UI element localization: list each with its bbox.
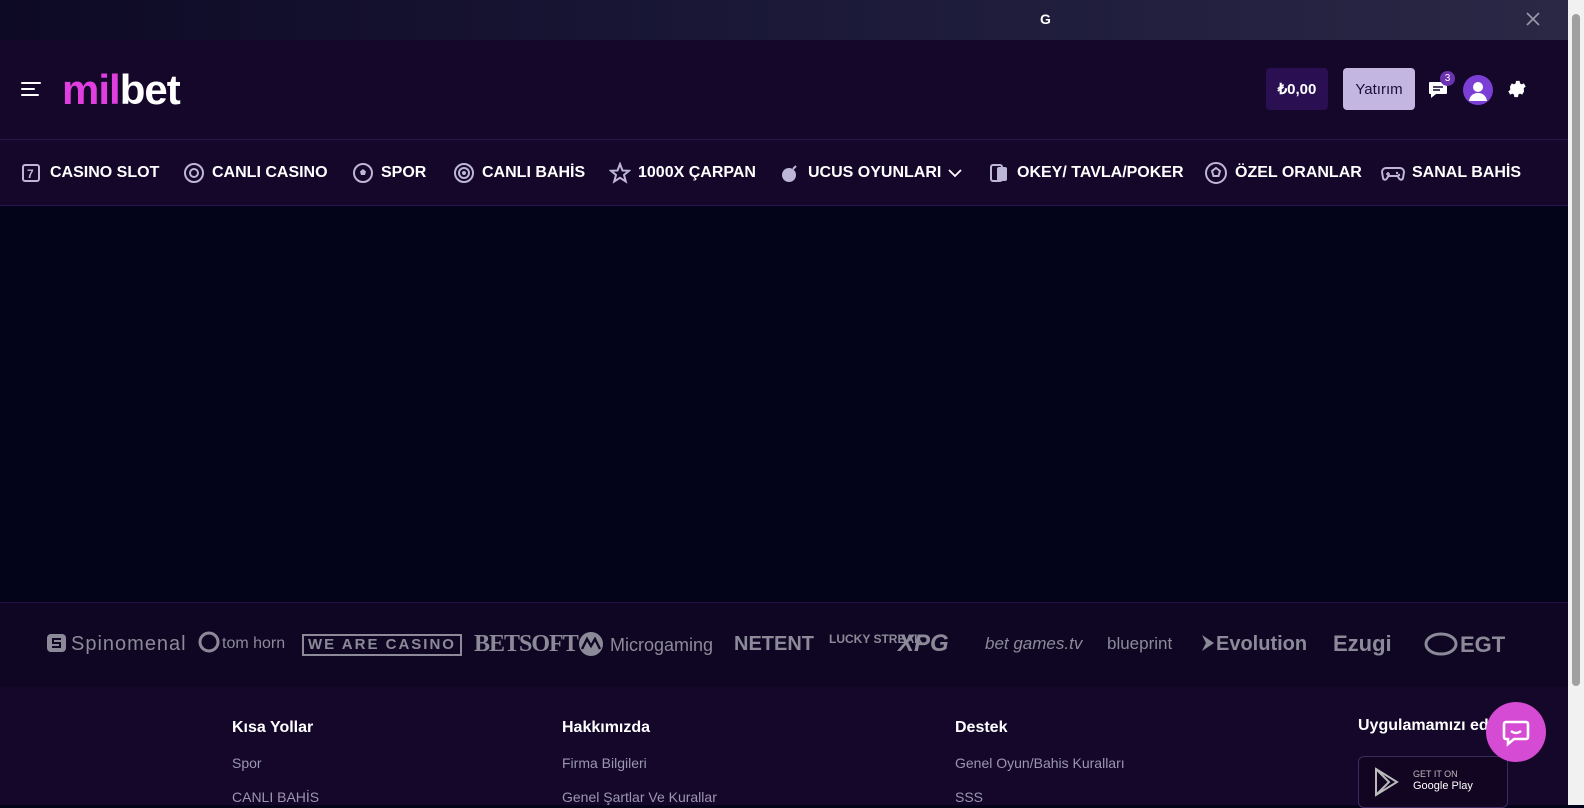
nav-label: UCUS OYUNLARI — [808, 163, 942, 181]
footer-col-about: Hakkımızda Firma Bilgileri Genel Şartlar… — [562, 719, 717, 805]
provider-name: EGT — [1460, 632, 1506, 657]
hamburger-menu-icon[interactable] — [21, 82, 41, 98]
footer-col-shortcuts: Kısa Yollar Spor CANLI BAHİS — [232, 719, 319, 805]
footer-col-title: Uygulamamızı edi — [1358, 717, 1494, 734]
nav-spor[interactable]: SPOR — [352, 140, 426, 205]
provider-logo-egt[interactable]: EGT — [1424, 631, 1505, 658]
provider-logo-blueprint[interactable]: blueprint — [1107, 631, 1172, 657]
footer-col-support: Destek Genel Oyun/Bahis Kuralları SSS — [955, 719, 1125, 805]
provider-logo-netent[interactable]: NETENT — [734, 631, 814, 657]
deposit-button[interactable]: Yatırım — [1343, 68, 1415, 110]
live-broadcast-icon — [454, 162, 474, 183]
avatar[interactable] — [1463, 75, 1493, 105]
star-icon — [609, 161, 631, 184]
playing-cards-icon — [990, 163, 1007, 182]
slot-machine-icon: 7 — [22, 163, 40, 182]
provider-name: Evolution — [1216, 633, 1308, 655]
provider-logo-ezugi[interactable]: Ezugi — [1333, 631, 1392, 657]
provider-logo-luckystreak[interactable]: LUCKY STREAK — [829, 633, 923, 646]
header: milbet ₺0,00 Yatırım 3 — [0, 40, 1568, 140]
chevron-down-icon[interactable] — [947, 165, 963, 181]
main-nav: 7 CASINO SLOT CANLI CASINO SPOR CANLI BA… — [0, 140, 1568, 206]
nav-label: SPOR — [381, 163, 427, 181]
footer-col-title: Hakkımızda — [562, 719, 651, 736]
nav-label: OKEY/ TAVLA/POKER — [1017, 163, 1184, 181]
nav-label: CANLI CASINO — [212, 163, 328, 181]
soccer-ball-icon — [1205, 161, 1227, 184]
provider-logo-microgaming[interactable]: Microgaming — [576, 631, 713, 658]
live-chat-button[interactable] — [1486, 702, 1546, 762]
provider-logo-spinomenal[interactable]: Spinomenal — [46, 631, 187, 657]
tomhorn-icon — [198, 631, 220, 653]
chat-bubble-icon — [1502, 720, 1530, 747]
logo-part-2: bet — [119, 66, 181, 113]
footer-link[interactable]: Firma Bilgileri — [562, 755, 717, 771]
footer-link[interactable]: SSS — [955, 789, 1125, 805]
footer-link[interactable]: CANLI BAHİS — [232, 789, 319, 805]
provider-logo-evolution[interactable]: Evolution — [1200, 631, 1307, 657]
provider-logo-betgames[interactable]: bet games.tv — [985, 631, 1082, 657]
roulette-chip-icon — [184, 162, 204, 183]
nav-ucus-oyunlari[interactable]: UCUS OYUNLARI — [779, 140, 970, 205]
provider-logo-xpg[interactable]: XPG — [898, 631, 949, 657]
nav-canli-bahis[interactable]: CANLI BAHİS — [453, 140, 585, 205]
egt-icon — [1424, 632, 1458, 656]
nav-casino-slot[interactable]: 7 CASINO SLOT — [20, 140, 159, 205]
nav-label: ÖZEL ORANLAR — [1235, 163, 1362, 181]
footer-col-title: Kısa Yollar — [232, 719, 314, 736]
main-content — [0, 206, 1568, 602]
close-icon[interactable] — [1524, 10, 1542, 28]
top-bar: G — [0, 0, 1568, 40]
provider-logo-betsoft[interactable]: BETSOFT — [474, 631, 579, 657]
provider-name: Spinomenal — [71, 633, 187, 655]
footer-col-title: Destek — [955, 719, 1008, 736]
provider-logo-wearecasino[interactable]: WE ARE CASINO — [302, 634, 462, 656]
nav-label: 1000X ÇARPAN — [638, 163, 756, 181]
nav-label: CANLI BAHİS — [482, 163, 586, 181]
footer-link[interactable]: Genel Şartlar Ve Kurallar — [562, 789, 717, 805]
provider-name: tom horn — [222, 635, 286, 652]
notification-badge: 3 — [1440, 71, 1455, 86]
gear-icon[interactable] — [1506, 78, 1528, 100]
balance-display[interactable]: ₺0,00 — [1266, 68, 1328, 110]
nav-sanal-bahis[interactable]: SANAL BAHİS — [1381, 140, 1521, 205]
google-play-icon — [1375, 767, 1399, 797]
nav-label: SANAL BAHİS — [1412, 163, 1522, 181]
nav-1000x-carpan[interactable]: 1000X ÇARPAN — [609, 140, 756, 205]
football-icon — [353, 162, 373, 183]
top-bar-letter: G — [1040, 11, 1051, 27]
google-play-button[interactable]: GET IT ON Google Play — [1358, 756, 1508, 808]
footer-col-app: Uygulamamızı edi — [1358, 717, 1493, 735]
logo-part-1: mil — [62, 66, 121, 113]
google-play-line2: Google Play — [1413, 780, 1473, 792]
spinomenal-icon — [47, 634, 66, 652]
google-play-line1: GET IT ON — [1413, 769, 1458, 779]
evolution-icon — [1202, 635, 1214, 651]
footer-link[interactable]: Spor — [232, 755, 319, 771]
nav-canli-casino[interactable]: CANLI CASINO — [183, 140, 328, 205]
scrollbar[interactable] — [1568, 0, 1584, 805]
gamepad-icon — [1381, 166, 1405, 181]
nav-label: CASINO SLOT — [50, 163, 160, 181]
user-icon — [1469, 82, 1487, 101]
svg-text:7: 7 — [27, 167, 34, 181]
microgaming-icon — [579, 632, 603, 656]
nav-okey-tavla-poker[interactable]: OKEY/ TAVLA/POKER — [988, 140, 1184, 205]
provider-name: Microgaming — [610, 635, 714, 655]
scrollbar-thumb[interactable] — [1572, 14, 1580, 686]
footer: Kısa Yollar Spor CANLI BAHİS Hakkımızda … — [0, 687, 1568, 808]
footer-link[interactable]: Genel Oyun/Bahis Kuralları — [955, 755, 1125, 771]
bomb-icon — [782, 164, 797, 182]
provider-logo-tomhorn[interactable]: tom horn — [198, 631, 285, 657]
providers-strip: Spinomenal tom horn WE ARE CASINO BETSOF… — [0, 602, 1568, 688]
logo[interactable]: milbet — [62, 66, 181, 114]
nav-ozel-oranlar[interactable]: ÖZEL ORANLAR — [1204, 140, 1362, 205]
